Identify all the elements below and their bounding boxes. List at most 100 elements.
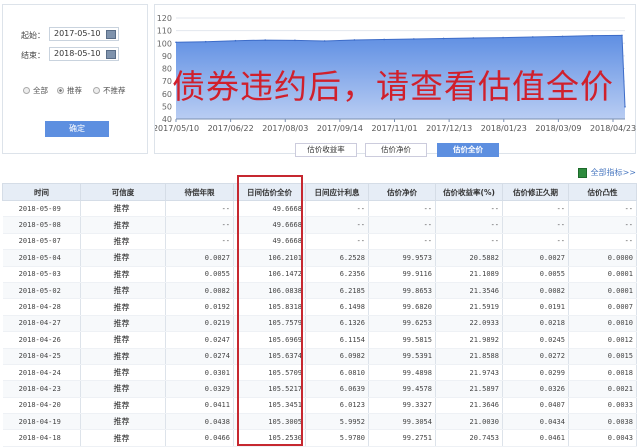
data-point (323, 40, 326, 42)
column-header[interactable]: 估价修正久期 (502, 183, 569, 201)
table-cell: 推荐 (80, 249, 166, 267)
table-cell: 99.9116 (368, 266, 436, 283)
column-header[interactable]: 估价收益率(%) (435, 183, 503, 201)
table-row: 2018-04-26 推荐 0.0247 105.6969 6.1154 99.5815 2… (2, 331, 637, 349)
overlay-annotation: 债券违约后，请查看估值全价 (172, 67, 614, 106)
table-cell: -- (368, 216, 436, 234)
table-cell: 99.3054 (368, 413, 436, 431)
y-tick-label: 40 (162, 115, 172, 124)
table-cell: -- (502, 216, 569, 234)
end-label: 结束： (21, 51, 45, 60)
table-cell: 推荐 (80, 380, 166, 398)
table-row: 2018-04-19 推荐 0.0438 105.3005 5.9952 99.3054 2… (2, 413, 637, 431)
tab-full-price[interactable]: 估价全价 (437, 143, 499, 157)
radio-label: 全部 (33, 86, 48, 95)
radio-recommended[interactable]: 推荐 (57, 85, 82, 96)
highlight-box (237, 175, 303, 446)
table-cell: 2018-04-23 (2, 380, 81, 398)
column-header[interactable]: 时间 (2, 183, 81, 201)
tab-yield[interactable]: 估价收益率 (295, 143, 357, 157)
table-cell: 21.5919 (435, 298, 503, 316)
table-cell: 推荐 (80, 266, 166, 283)
table-cell: 21.3646 (435, 397, 503, 415)
tab-net-price[interactable]: 估价净价 (365, 143, 427, 157)
column-header[interactable]: 估价净价 (368, 183, 436, 201)
table-cell: 6.2185 (305, 282, 369, 300)
calendar-icon[interactable] (106, 30, 116, 39)
table-row: 2018-05-04 推荐 0.0027 106.2101 6.2528 99.9573 2… (2, 249, 637, 267)
excel-export-icon[interactable] (577, 167, 587, 178)
filter-panel: 起始： 2017-05-10 结束： 2018-05-10 全部 推荐 不推荐 … (2, 4, 148, 154)
table-cell: 0.0015 (568, 348, 637, 365)
table-cell: 21.9892 (435, 331, 503, 349)
table-cell: 2018-04-27 (2, 315, 81, 333)
table-cell: 2018-04-20 (2, 397, 81, 415)
table-cell: 0.0191 (502, 298, 569, 316)
all-indicators-link[interactable]: 全部指标>> (577, 167, 636, 178)
table-row: 2018-04-20 推荐 0.0411 105.3451 6.0123 99.3327 2… (2, 397, 637, 415)
table-cell: 0.0007 (568, 298, 637, 316)
column-header[interactable]: 估价凸性 (568, 183, 637, 201)
data-point (561, 35, 564, 38)
table-cell: 0.0466 (165, 429, 234, 447)
table-cell: 0.0018 (568, 364, 637, 382)
table-cell: 0.0301 (165, 364, 234, 382)
table-cell: 21.0030 (435, 413, 503, 431)
all-indicators-label[interactable]: 全部指标>> (591, 167, 636, 178)
radio-not-recommended[interactable]: 不推荐 (93, 85, 126, 96)
table-cell: 0.0329 (165, 380, 234, 398)
table-cell: 2018-05-07 (2, 233, 81, 251)
table-cell: -- (568, 200, 637, 218)
table-row: 2018-04-27 推荐 0.0219 105.7579 6.1326 99.6253 2… (2, 315, 637, 333)
data-point (413, 38, 415, 40)
table-cell: 推荐 (80, 200, 166, 218)
table-cell: 0.0001 (568, 266, 637, 283)
y-tick-label: 120 (157, 14, 172, 23)
table-cell: 2018-04-24 (2, 364, 81, 382)
x-tick-label: 2017/12/13 (426, 124, 472, 133)
table-cell: 6.0982 (305, 348, 369, 365)
table-cell: 推荐 (80, 397, 166, 415)
table-cell: -- (502, 233, 569, 251)
table-row: 2018-04-24 推荐 0.0301 105.5709 6.0810 99.4898 2… (2, 364, 637, 382)
data-point (621, 34, 623, 37)
column-header[interactable]: 日间应计利息 (305, 183, 369, 201)
table-cell: 22.0933 (435, 315, 503, 333)
table-cell: -- (368, 233, 436, 251)
calendar-icon[interactable] (106, 50, 116, 59)
table-cell: 0.0082 (165, 282, 234, 300)
table-cell: 99.6253 (368, 315, 436, 333)
data-point (591, 34, 594, 37)
column-header[interactable]: 可信度 (80, 183, 166, 201)
table-cell: 6.2356 (305, 266, 369, 283)
table-cell: 0.0192 (165, 298, 234, 316)
table-cell: 99.3327 (368, 397, 436, 415)
table-cell: 6.1498 (305, 298, 369, 316)
table-cell: 推荐 (80, 413, 166, 431)
table-cell: -- (305, 200, 369, 218)
table-cell: 2018-05-02 (2, 282, 81, 300)
table-cell: 5.9780 (305, 429, 369, 447)
data-point (624, 105, 626, 108)
table-cell: 0.0326 (502, 380, 569, 398)
table-cell: -- (165, 216, 234, 234)
y-tick-label: 90 (162, 52, 172, 61)
confirm-button[interactable]: 确定 (45, 121, 109, 137)
table-cell: 6.1326 (305, 315, 369, 333)
radio-all[interactable]: 全部 (23, 85, 48, 96)
table-cell: -- (165, 233, 234, 251)
column-header[interactable]: 待偿年限 (165, 183, 234, 201)
radio-label: 不推荐 (103, 86, 126, 95)
radio-icon (93, 87, 100, 94)
table-cell: 推荐 (80, 233, 166, 251)
table-cell: 0.0010 (568, 315, 637, 333)
data-point (264, 39, 266, 41)
table-cell: 21.8588 (435, 348, 503, 365)
table-cell: 99.6820 (368, 298, 436, 316)
y-tick-label: 70 (162, 77, 172, 86)
table-cell: 2018-05-03 (2, 266, 81, 283)
table-cell: 21.9743 (435, 364, 503, 382)
table-cell: -- (368, 200, 436, 218)
table-cell: -- (435, 200, 503, 218)
table-cell: 20.5882 (435, 249, 503, 267)
